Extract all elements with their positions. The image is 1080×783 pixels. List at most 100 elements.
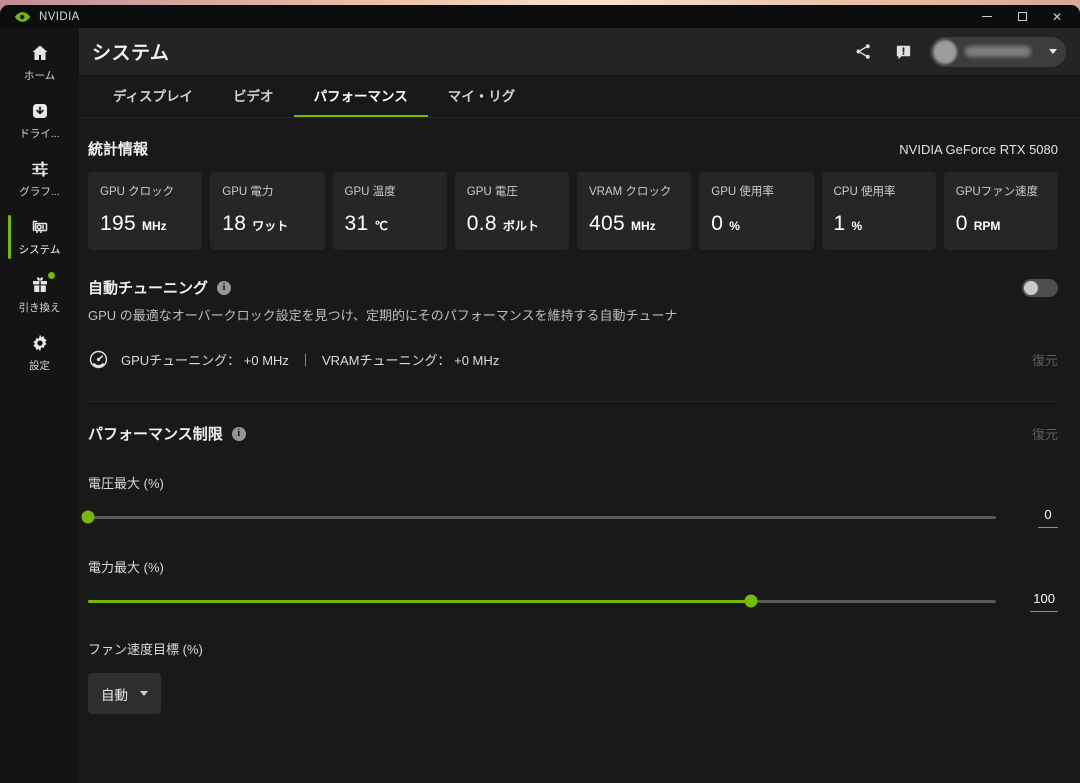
stat-label: VRAM クロック — [589, 183, 679, 199]
nvidia-logo-icon — [14, 11, 31, 23]
stat-cards: GPU クロック 195MHz GPU 電力 18ワット GPU 温度 31℃ … — [88, 172, 1058, 250]
tab-display[interactable]: ディスプレイ — [93, 75, 213, 117]
slider-fill — [88, 600, 751, 603]
auto-tuning-header: 自動チューニング i — [88, 277, 1058, 298]
fan-speed-selected-value: 自動 — [101, 684, 128, 704]
page-title: システム — [92, 38, 169, 65]
voltage-max-label: 電圧最大 (%) — [88, 473, 1058, 492]
sidebar-item-system[interactable]: システム — [0, 214, 79, 260]
voltage-max-slider-row: 0 — [88, 506, 1058, 528]
stats-section-title: 統計情報 — [88, 138, 148, 159]
stat-card-vram-clock: VRAM クロック 405MHz — [577, 172, 691, 250]
stat-label: GPU 電圧 — [467, 183, 557, 199]
power-max-slider-row: 100 — [88, 590, 1058, 612]
stat-unit: % — [729, 219, 740, 233]
stat-unit: ℃ — [374, 219, 387, 233]
tuning-status-row: GPUチューニング： +0 MHz ｜ VRAMチューニング： +0 MHz 復… — [88, 349, 1058, 370]
feedback-button[interactable] — [890, 39, 916, 65]
performance-limits-title-text: パフォーマンス制限 — [88, 423, 223, 444]
sidebar-item-redeem[interactable]: 引き換え — [0, 272, 79, 318]
sliders-icon — [30, 159, 50, 179]
chevron-down-icon — [140, 691, 148, 696]
minimize-icon — [982, 16, 992, 17]
account-name-redacted — [965, 46, 1031, 57]
sidebar-item-graphics[interactable]: グラフ... — [0, 156, 79, 202]
close-icon: ✕ — [1052, 11, 1062, 23]
window-controls: ✕ — [974, 8, 1070, 26]
avatar — [933, 40, 957, 64]
stat-value: 405 — [589, 212, 625, 236]
header-actions — [850, 37, 1066, 67]
performance-limits-header: パフォーマンス制限 i 復元 — [88, 423, 1058, 444]
active-indicator — [8, 215, 11, 259]
sidebar: ホーム ドライ... グラフ... — [0, 28, 79, 783]
performance-limits-restore-button[interactable]: 復元 — [1032, 424, 1058, 443]
close-button[interactable]: ✕ — [1044, 8, 1070, 26]
toggle-knob — [1024, 281, 1038, 295]
stat-label: GPU 温度 — [345, 183, 435, 199]
voltage-max-slider[interactable] — [88, 516, 996, 519]
home-icon — [30, 43, 50, 63]
fan-speed-dropdown[interactable]: 自動 — [88, 673, 161, 714]
notification-dot — [48, 272, 55, 279]
download-icon — [30, 101, 50, 121]
sidebar-item-home[interactable]: ホーム — [0, 40, 79, 86]
stat-value: 0 — [956, 212, 968, 236]
auto-tuning-description: GPU の最適なオーバークロック設定を見つけ、定期的にそのパフォーマンスを維持す… — [88, 305, 1058, 324]
info-icon[interactable]: i — [217, 281, 231, 295]
app-title: NVIDIA — [39, 11, 80, 23]
stat-card-gpu-temp: GPU 温度 31 ℃ — [333, 172, 447, 250]
sidebar-item-label: グラフ... — [19, 184, 59, 199]
feedback-icon — [894, 42, 913, 61]
voltage-max-value-field[interactable]: 0 — [1010, 507, 1058, 528]
tuning-values: GPUチューニング： +0 MHz ｜ VRAMチューニング： +0 MHz — [121, 350, 499, 369]
auto-tuning-restore-button[interactable]: 復元 — [1032, 350, 1058, 369]
gpu-tuning-value: GPUチューニング： +0 MHz — [121, 350, 289, 369]
auto-tuning-title: 自動チューニング i — [88, 277, 231, 298]
minimize-button[interactable] — [974, 8, 1000, 26]
gauge-icon — [88, 349, 109, 370]
stat-card-gpu-usage: GPU 使用率 0% — [699, 172, 813, 250]
stat-card-gpu-power: GPU 電力 18ワット — [210, 172, 324, 250]
sidebar-item-label: 設定 — [29, 358, 50, 373]
sidebar-item-label: 引き換え — [19, 300, 61, 315]
power-max-slider[interactable] — [88, 600, 996, 603]
stat-value: 18 — [222, 212, 246, 236]
tab-my-rig[interactable]: マイ・リグ — [428, 75, 536, 117]
tab-performance[interactable]: パフォーマンス — [294, 75, 428, 117]
maximize-icon — [1018, 12, 1027, 21]
power-max-value-field[interactable]: 100 — [1010, 591, 1058, 612]
fan-speed-target-label: ファン速度目標 (%) — [88, 639, 1058, 658]
tab-bar: ディスプレイ ビデオ パフォーマンス マイ・リグ — [79, 75, 1080, 118]
slider-knob[interactable] — [744, 595, 757, 608]
power-max-value[interactable]: 100 — [1030, 591, 1058, 612]
stats-header: 統計情報 NVIDIA GeForce RTX 5080 — [88, 138, 1058, 159]
stat-value: 0 — [711, 212, 723, 236]
power-max-label: 電力最大 (%) — [88, 557, 1058, 576]
stat-unit: ボルト — [503, 217, 539, 234]
sidebar-item-label: ホーム — [24, 68, 55, 83]
account-menu[interactable] — [930, 37, 1066, 67]
sidebar-item-label: ドライ... — [19, 126, 59, 141]
performance-limits-title: パフォーマンス制限 i — [88, 423, 246, 444]
auto-tuning-toggle[interactable] — [1022, 279, 1058, 297]
sidebar-item-drivers[interactable]: ドライ... — [0, 98, 79, 144]
maximize-button[interactable] — [1009, 8, 1035, 26]
info-icon[interactable]: i — [232, 427, 246, 441]
voltage-max-value[interactable]: 0 — [1038, 507, 1058, 528]
sidebar-item-settings[interactable]: 設定 — [0, 330, 79, 376]
stat-card-cpu-usage: CPU 使用率 1% — [822, 172, 936, 250]
stat-label: GPU 使用率 — [711, 183, 801, 199]
chevron-down-icon — [1049, 49, 1057, 54]
stat-label: GPU クロック — [100, 183, 190, 199]
gear-icon — [30, 333, 50, 353]
share-button[interactable] — [850, 39, 876, 65]
slider-knob[interactable] — [82, 511, 95, 524]
tuning-separator: ｜ — [299, 350, 312, 369]
stat-card-gpu-clock: GPU クロック 195MHz — [88, 172, 202, 250]
tab-video[interactable]: ビデオ — [213, 75, 294, 117]
stat-value: 0.8 — [467, 212, 497, 236]
stat-value: 31 — [345, 212, 369, 236]
nvidia-app-window: NVIDIA ✕ ホーム ドライ... — [0, 5, 1080, 783]
auto-tuning-title-text: 自動チューニング — [88, 277, 208, 298]
